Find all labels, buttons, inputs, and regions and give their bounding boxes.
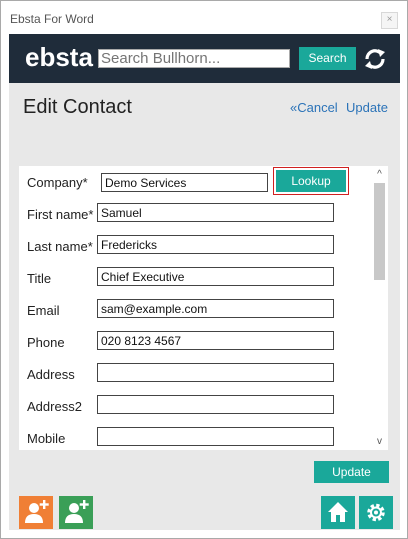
add-contact-icon[interactable] <box>19 496 53 529</box>
lookup-button[interactable]: Lookup <box>276 170 346 192</box>
email-field[interactable] <box>97 299 334 318</box>
sync-icon[interactable] <box>362 46 388 72</box>
scroll-thumb[interactable] <box>374 183 385 280</box>
add-person-icon[interactable] <box>59 496 93 529</box>
edit-contact-pane: Edit Contact «Cancel Update Company* Loo… <box>9 83 400 530</box>
address2-field[interactable] <box>97 395 334 414</box>
close-button[interactable]: × <box>381 12 398 29</box>
settings-icon[interactable] <box>359 496 393 529</box>
last-name-field[interactable] <box>97 235 334 254</box>
update-link[interactable]: Update <box>346 100 388 115</box>
address2-label: Address2 <box>27 399 82 414</box>
search-input[interactable] <box>98 49 290 68</box>
title-field[interactable] <box>97 267 334 286</box>
first-name-label: First name* <box>27 207 94 222</box>
page-title: Edit Contact <box>23 96 132 118</box>
scroll-up-icon[interactable]: ^ <box>371 168 388 182</box>
company-label: Company* <box>27 175 88 190</box>
contact-form: Company* Lookup First name* Last name* T… <box>19 166 371 450</box>
home-icon[interactable] <box>321 496 355 529</box>
addin-window: Ebsta For Word × ebsta Search Edit Conta… <box>0 0 408 539</box>
cancel-link[interactable]: «Cancel <box>290 100 338 115</box>
last-name-label: Last name* <box>27 239 93 254</box>
email-label: Email <box>27 303 60 318</box>
first-name-field[interactable] <box>97 203 334 222</box>
window-title: Ebsta For Word <box>10 12 94 26</box>
update-button[interactable]: Update <box>314 461 389 483</box>
lookup-highlight: Lookup <box>273 167 349 195</box>
title-label: Title <box>27 271 52 286</box>
app-header: ebsta Search <box>9 34 400 83</box>
form-scrollbar[interactable]: ^ v <box>371 166 388 450</box>
search-button[interactable]: Search <box>299 47 356 70</box>
address-label: Address <box>27 367 75 382</box>
mobile-field[interactable] <box>97 427 334 446</box>
ebsta-logo: ebsta <box>25 42 93 72</box>
company-field[interactable] <box>101 173 268 192</box>
phone-field[interactable] <box>97 331 334 350</box>
mobile-label: Mobile <box>27 431 66 446</box>
title-bar: Ebsta For Word × <box>1 1 407 34</box>
address-field[interactable] <box>97 363 334 382</box>
phone-label: Phone <box>27 335 65 350</box>
scroll-down-icon[interactable]: v <box>371 435 388 449</box>
